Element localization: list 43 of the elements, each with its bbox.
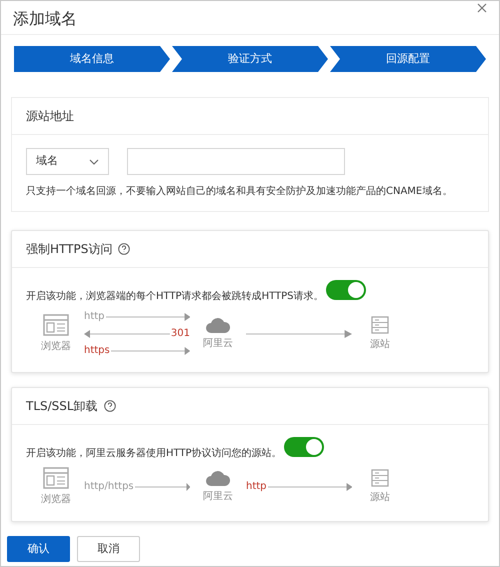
- browser-icon: [43, 314, 69, 336]
- cloud-icon: [206, 317, 230, 333]
- close-icon[interactable]: [477, 3, 487, 13]
- help-icon[interactable]: [104, 400, 116, 412]
- type-select[interactable]: 域名: [26, 148, 109, 175]
- section-title: 强制HTTPS访问: [26, 241, 112, 258]
- help-icon[interactable]: [118, 243, 130, 255]
- feature-description: 开启该功能，阿里云服务器使用HTTP协议访问您的源站。: [26, 447, 282, 461]
- confirm-button[interactable]: 确认: [7, 536, 70, 562]
- step-tab[interactable]: 域名信息: [14, 46, 170, 72]
- right-arrow-icon: [246, 330, 352, 338]
- toggle-switch[interactable]: [326, 280, 366, 300]
- right-arrow-icon: [106, 313, 190, 321]
- protocol-label: 301: [170, 329, 190, 339]
- node-label: 阿里云: [203, 337, 233, 351]
- server-icon: [371, 316, 389, 334]
- protocol-label: https: [84, 346, 110, 356]
- right-arrow-icon: [268, 483, 352, 491]
- dialog-title: 添加域名: [13, 8, 77, 30]
- origin-note: 只支持一个域名回源，不要输入网站自己的域名和具有安全防护及加速功能产品的CNAME域名。: [26, 185, 454, 199]
- protocol-label: http: [246, 482, 267, 492]
- right-arrow-icon: [134, 483, 190, 491]
- node-label: 浏览器: [41, 340, 71, 354]
- feature-description: 开启该功能，浏览器端的每个HTTP请求都会被跳转成HTTPS请求。: [26, 290, 324, 304]
- cancel-button[interactable]: 取消: [77, 536, 140, 562]
- right-arrow-icon: [110, 347, 190, 355]
- node-label: 阿里云: [203, 490, 233, 504]
- toggle-switch[interactable]: [284, 437, 324, 457]
- protocol-label: http/https: [84, 482, 134, 492]
- browser-icon: [43, 467, 69, 489]
- domain-input[interactable]: [127, 148, 345, 175]
- node-label: 源站: [370, 338, 390, 352]
- section-title: TLS/SSL卸载: [26, 398, 98, 415]
- step-tab[interactable]: 回源配置: [330, 46, 486, 72]
- node-label: 源站: [370, 490, 390, 505]
- section-title: 源站地址: [26, 108, 74, 125]
- step-tab[interactable]: 验证方式: [172, 46, 328, 72]
- node-label: 浏览器: [41, 492, 71, 507]
- left-arrow-icon: [84, 330, 170, 338]
- cloud-icon: [206, 470, 230, 486]
- protocol-label: http: [84, 312, 105, 322]
- server-icon: [371, 469, 389, 487]
- chevron-down-icon: [89, 158, 99, 164]
